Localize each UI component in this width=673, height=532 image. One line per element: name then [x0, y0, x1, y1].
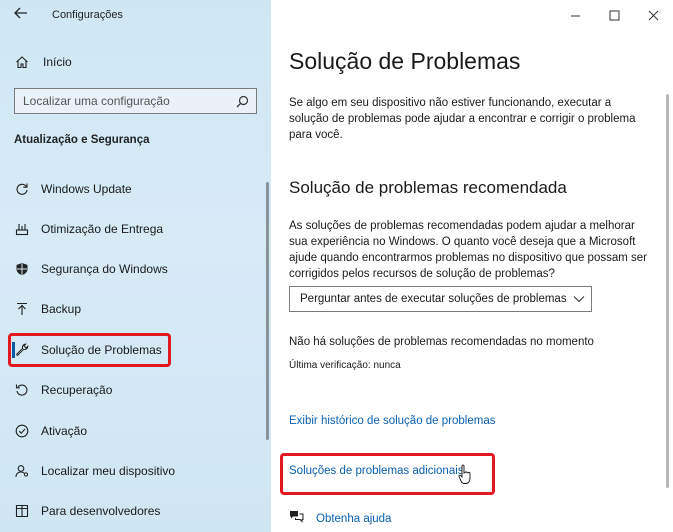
sidebar-item-windows-security[interactable]: Segurança do Windows	[14, 258, 254, 280]
no-recommended-text: Não há soluções de problemas recomendada…	[289, 336, 594, 348]
dropdown-value: Perguntar antes de executar soluções de …	[300, 293, 567, 305]
chevron-down-icon	[567, 295, 591, 303]
highlight-box	[8, 333, 171, 367]
minimize-button[interactable]	[560, 4, 590, 26]
sidebar-item-windows-update[interactable]: Windows Update	[14, 178, 254, 200]
minimize-icon	[570, 15, 580, 16]
sidebar-item-label: Windows Update	[41, 182, 132, 196]
backup-arrow-icon	[14, 301, 30, 317]
sidebar-item-recovery[interactable]: Recuperação	[14, 379, 254, 401]
back-button[interactable]	[8, 4, 34, 26]
history-link[interactable]: Exibir histórico de solução de problemas	[289, 415, 495, 427]
sidebar-item-delivery-optimization[interactable]: Otimização de Entrega	[14, 218, 254, 240]
sidebar-item-find-my-device[interactable]: Localizar meu dispositivo	[14, 460, 254, 482]
delivery-optimization-icon	[14, 221, 30, 237]
maximize-icon	[609, 10, 619, 20]
last-check-text: Última verificação: nunca	[289, 360, 401, 371]
recovery-icon	[14, 382, 30, 398]
shield-icon	[14, 261, 30, 277]
sidebar: Configurações Início Atualização e Segur…	[0, 0, 271, 532]
settings-window: Configurações Início Atualização e Segur…	[0, 0, 673, 532]
developer-tools-icon	[14, 503, 30, 519]
home-icon	[14, 54, 30, 70]
sidebar-item-developers[interactable]: Para desenvolvedores	[14, 500, 254, 522]
sidebar-item-label: Otimização de Entrega	[41, 222, 164, 236]
page-title: Solução de Problemas	[289, 48, 521, 74]
home-nav-item[interactable]: Início	[14, 52, 72, 72]
help-chat-icon	[289, 510, 304, 528]
get-help-label: Obtenha ajuda	[316, 513, 392, 525]
search-icon[interactable]	[228, 89, 256, 113]
person-location-icon	[14, 463, 30, 479]
close-icon	[648, 10, 658, 20]
intro-text: Se algo em seu dispositivo não estiver f…	[289, 97, 636, 141]
check-circle-icon	[14, 423, 30, 439]
sidebar-item-label: Localizar meu dispositivo	[41, 464, 176, 478]
recommended-title: Solução de problemas recomendada	[289, 178, 567, 197]
search-input[interactable]	[15, 89, 228, 113]
sidebar-item-label: Segurança do Windows	[41, 262, 168, 276]
sidebar-item-label: Ativação	[41, 424, 88, 438]
window-title: Configurações	[52, 9, 123, 21]
sidebar-item-activation[interactable]: Ativação	[14, 420, 254, 442]
refresh-icon	[14, 181, 30, 197]
arrow-left-icon	[14, 7, 27, 19]
hand-cursor-icon	[458, 464, 472, 491]
close-button[interactable]	[638, 4, 668, 26]
sidebar-item-label: Backup	[41, 302, 82, 316]
recommended-setting-dropdown[interactable]: Perguntar antes de executar soluções de …	[289, 286, 592, 312]
section-title: Atualização e Segurança	[14, 134, 150, 146]
sidebar-item-backup[interactable]: Backup	[14, 298, 254, 320]
search-box[interactable]	[14, 88, 257, 114]
sidebar-item-label: Recuperação	[41, 383, 113, 397]
main-scrollbar[interactable]	[666, 94, 669, 488]
maximize-button[interactable]	[599, 4, 629, 26]
sidebar-scrollbar[interactable]	[266, 182, 269, 440]
recommended-description: As soluções de problemas recomendadas po…	[289, 220, 647, 280]
get-help-link[interactable]: Obtenha ajuda	[289, 510, 391, 528]
sidebar-item-label: Para desenvolvedores	[41, 504, 161, 518]
home-label: Início	[43, 55, 72, 69]
